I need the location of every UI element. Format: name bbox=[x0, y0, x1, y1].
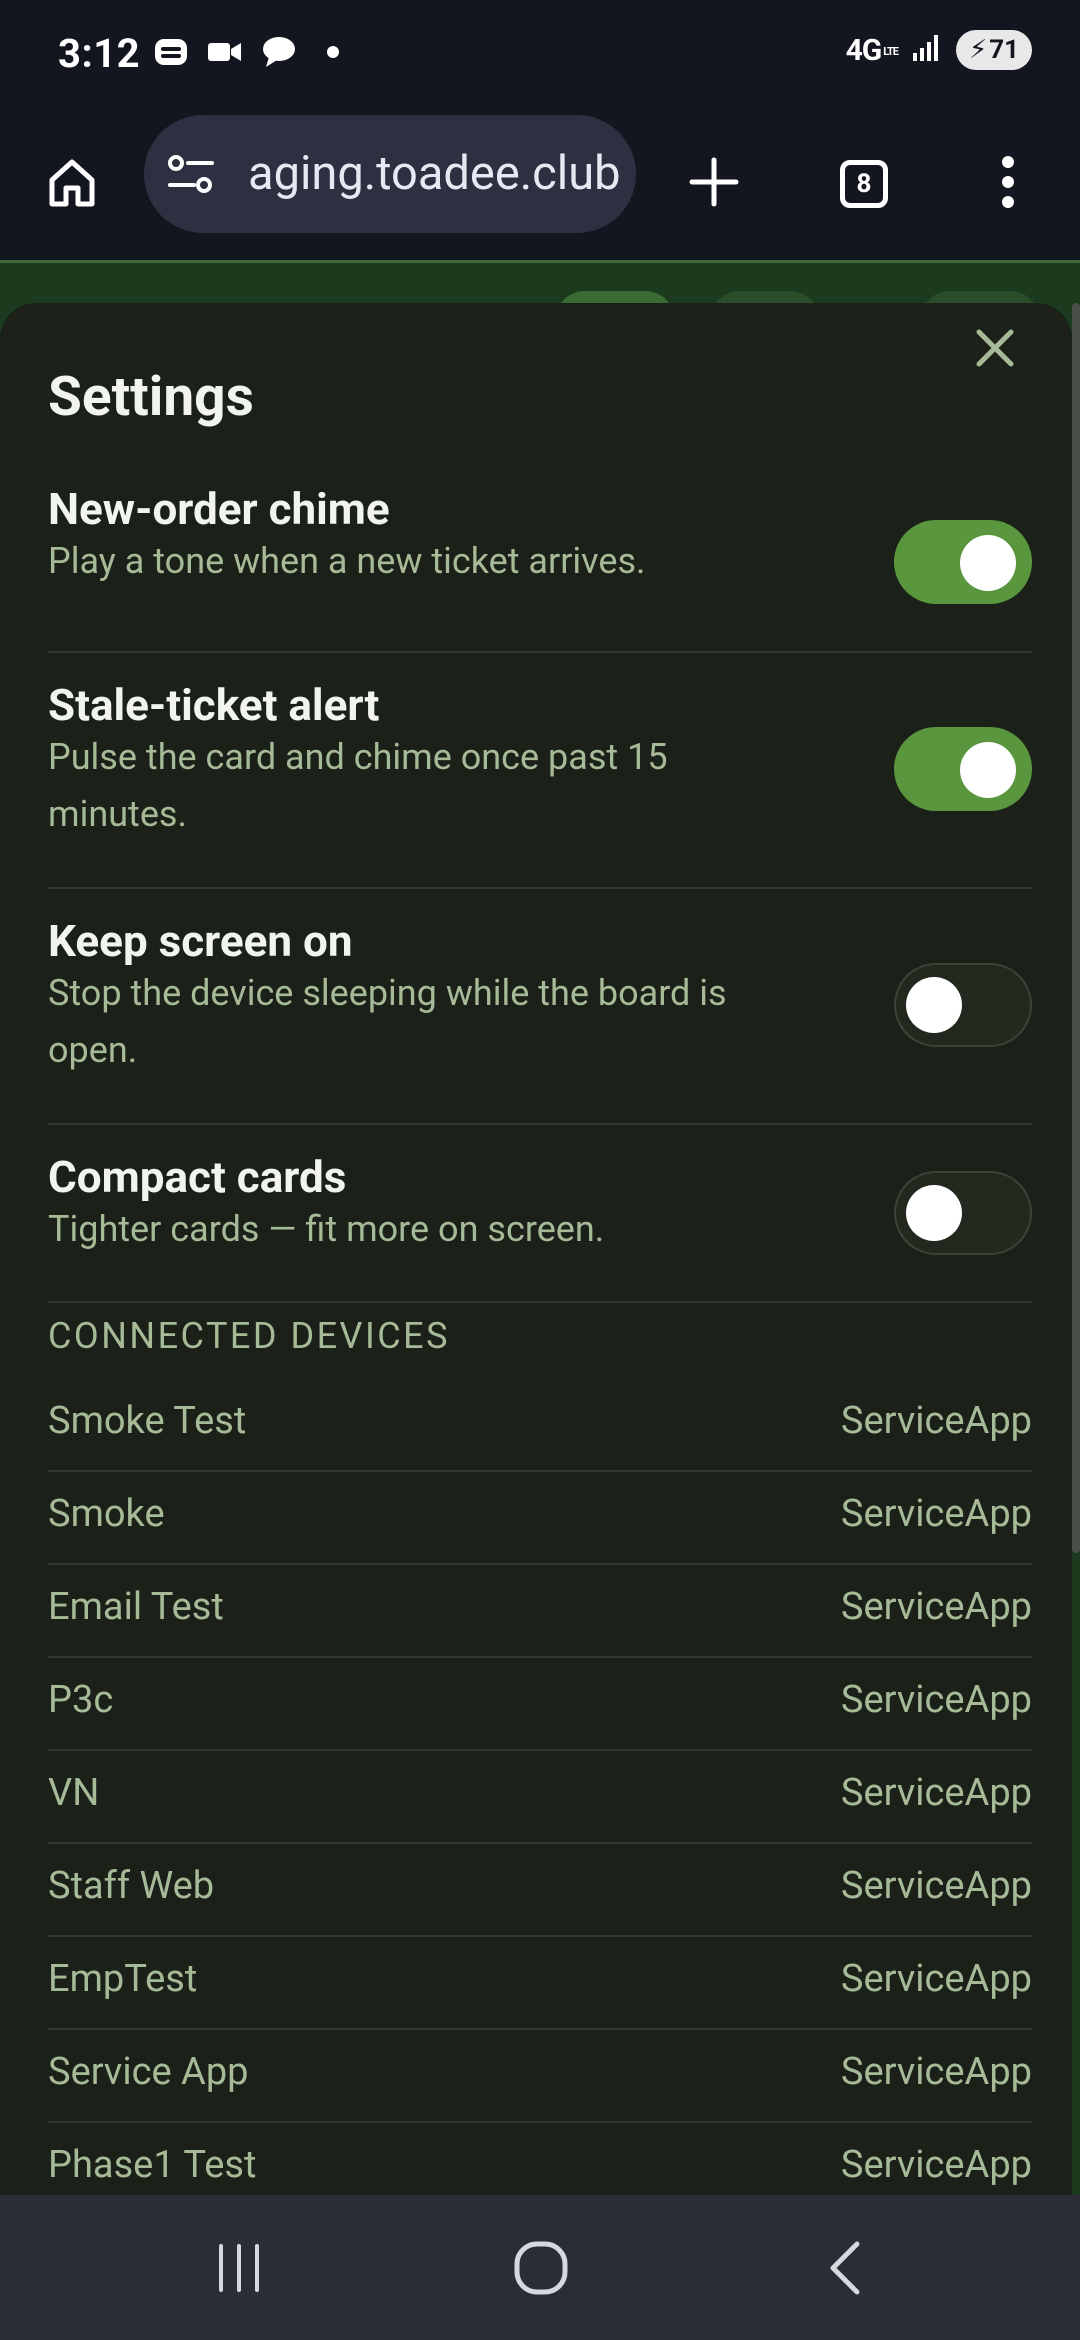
connected-devices-heading: CONNECTED DEVICES bbox=[48, 1315, 451, 1357]
battery-indicator: ⚡ 71 bbox=[956, 30, 1032, 70]
device-app: ServiceApp bbox=[840, 1492, 1032, 1536]
status-bar: 3:12 4G LTE ⚡ 71 bbox=[0, 0, 1080, 110]
setting-description: Pulse the card and chime once past 15 mi… bbox=[48, 736, 668, 835]
device-app: ServiceApp bbox=[840, 1399, 1032, 1443]
compact-cards-toggle[interactable] bbox=[894, 1171, 1032, 1255]
home-icon bbox=[44, 154, 100, 214]
new-tab-button[interactable] bbox=[674, 144, 754, 224]
back-icon bbox=[825, 2240, 865, 2300]
device-name: Smoke Test bbox=[48, 1399, 247, 1443]
setting-description: Stop the device sleeping while the board… bbox=[48, 972, 727, 1071]
back-button[interactable] bbox=[800, 2225, 890, 2315]
tab-count: 8 bbox=[856, 169, 872, 199]
device-name: EmpTest bbox=[48, 1957, 198, 2001]
setting-keep-screen-on: Keep screen on Stop the device sleeping … bbox=[48, 887, 1032, 1125]
setting-new-order-chime: New-order chime Play a tone when a new t… bbox=[48, 473, 1032, 653]
scrollbar[interactable] bbox=[1072, 303, 1080, 1553]
more-options-button[interactable] bbox=[968, 144, 1048, 224]
setting-title: Compact cards bbox=[48, 1151, 347, 1203]
list-item: Service App ServiceApp bbox=[48, 2028, 1032, 2123]
device-app: ServiceApp bbox=[840, 1864, 1032, 1908]
tab-switcher-icon: 8 bbox=[840, 160, 888, 208]
home-nav-button[interactable] bbox=[496, 2225, 586, 2315]
device-app: ServiceApp bbox=[840, 1771, 1032, 1815]
status-time: 3:12 bbox=[58, 30, 141, 77]
close-icon bbox=[975, 328, 1015, 372]
signal-icon bbox=[912, 33, 942, 67]
list-item: Staff Web ServiceApp bbox=[48, 1842, 1032, 1937]
device-name: P3c bbox=[48, 1678, 114, 1722]
device-app: ServiceApp bbox=[840, 2143, 1032, 2187]
list-item: P3c ServiceApp bbox=[48, 1656, 1032, 1751]
toggle-knob bbox=[906, 977, 962, 1033]
messenger-icon bbox=[152, 34, 190, 70]
settings-title: Settings bbox=[48, 365, 254, 429]
keep-screen-on-toggle[interactable] bbox=[894, 963, 1032, 1047]
tab-switcher-button[interactable]: 8 bbox=[824, 144, 904, 224]
stale-ticket-alert-toggle[interactable] bbox=[894, 727, 1032, 811]
device-name: Phase1 Test bbox=[48, 2143, 257, 2187]
new-order-chime-toggle[interactable] bbox=[894, 520, 1032, 604]
setting-compact-cards: Compact cards Tighter cards — fit more o… bbox=[48, 1123, 1032, 1303]
device-app: ServiceApp bbox=[840, 1957, 1032, 2001]
setting-description: Play a tone when a new ticket arrives. bbox=[48, 540, 646, 582]
setting-description: Tighter cards — fit more on screen. bbox=[48, 1208, 605, 1250]
home-button[interactable] bbox=[32, 144, 112, 224]
device-app: ServiceApp bbox=[840, 2050, 1032, 2094]
site-settings-icon[interactable] bbox=[166, 153, 216, 199]
chat-bubble-icon bbox=[260, 34, 298, 70]
recents-button[interactable] bbox=[194, 2225, 284, 2315]
device-name: Service App bbox=[48, 2050, 249, 2094]
device-app: ServiceApp bbox=[840, 1678, 1032, 1722]
more-vert-icon bbox=[998, 155, 1018, 213]
home-circle-icon bbox=[513, 2240, 569, 2300]
setting-title: New-order chime bbox=[48, 483, 390, 535]
list-item: Smoke ServiceApp bbox=[48, 1470, 1032, 1565]
device-name: Staff Web bbox=[48, 1864, 215, 1908]
list-item: Smoke Test ServiceApp bbox=[48, 1377, 1032, 1472]
charging-icon: ⚡ bbox=[968, 35, 988, 65]
address-bar[interactable]: aging.toadee.club bbox=[144, 115, 636, 233]
url-text[interactable]: aging.toadee.club bbox=[248, 115, 628, 233]
toggle-knob bbox=[960, 535, 1016, 591]
device-name: VN bbox=[48, 1771, 100, 1815]
list-item: VN ServiceApp bbox=[48, 1749, 1032, 1844]
system-nav-bar bbox=[0, 2195, 1080, 2340]
list-item: Email Test ServiceApp bbox=[48, 1563, 1032, 1658]
video-camera-icon bbox=[206, 34, 244, 70]
settings-sheet: Settings New-order chime Play a tone whe… bbox=[0, 303, 1072, 2195]
new-tab-icon bbox=[689, 157, 739, 211]
toggle-knob bbox=[960, 742, 1016, 798]
dot-icon bbox=[314, 34, 352, 70]
network-type: 4G LTE bbox=[845, 32, 899, 68]
setting-title: Stale-ticket alert bbox=[48, 679, 380, 731]
list-item: Phase1 Test ServiceApp bbox=[48, 2121, 1032, 2195]
setting-stale-ticket-alert: Stale-ticket alert Pulse the card and ch… bbox=[48, 651, 1032, 889]
setting-title: Keep screen on bbox=[48, 915, 353, 967]
device-name: Smoke bbox=[48, 1492, 165, 1536]
list-item: EmpTest ServiceApp bbox=[48, 1935, 1032, 2030]
recents-icon bbox=[215, 2243, 263, 2297]
device-name: Email Test bbox=[48, 1585, 224, 1629]
toggle-knob bbox=[906, 1185, 962, 1241]
close-button[interactable] bbox=[960, 315, 1030, 385]
device-app: ServiceApp bbox=[840, 1585, 1032, 1629]
